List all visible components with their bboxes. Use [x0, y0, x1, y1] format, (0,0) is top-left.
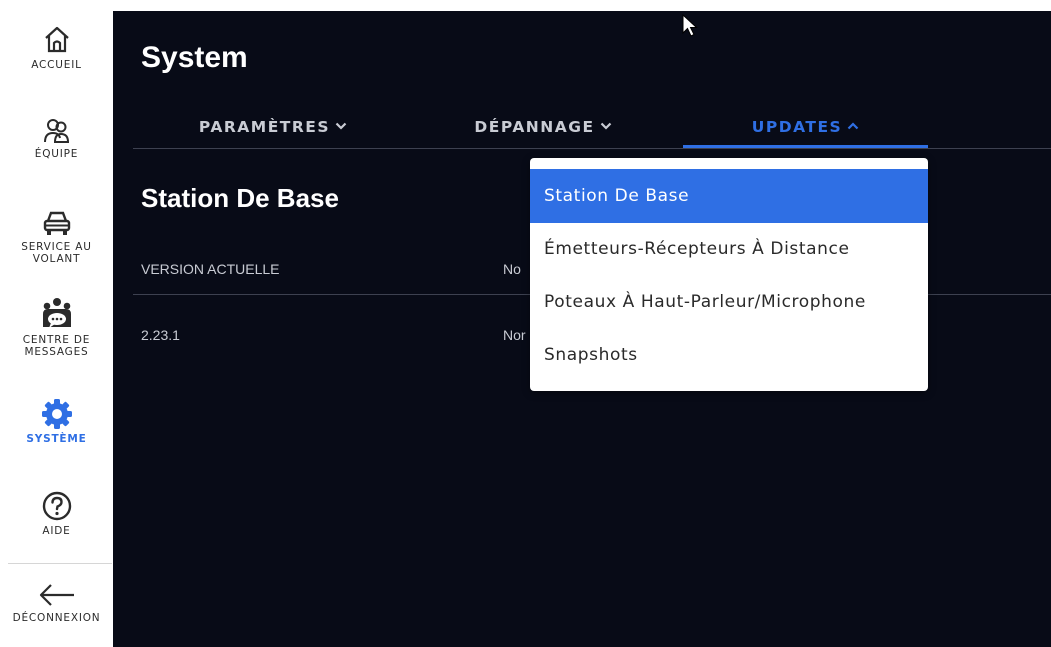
- sidebar-item-label: DÉCONNEXION: [12, 612, 101, 624]
- sidebar-item-label: SYSTÈME: [26, 433, 87, 445]
- chevron-down-icon: [600, 122, 611, 130]
- sidebar-divider: [8, 563, 112, 564]
- tab-parametres[interactable]: PARAMÈTRES: [183, 118, 363, 145]
- chevron-up-icon: [847, 122, 859, 130]
- sidebar-item-label: CENTRE DE: [22, 334, 91, 346]
- sidebar-item-accueil[interactable]: ACCUEIL: [0, 24, 113, 71]
- sidebar-item-label: VOLANT: [32, 253, 81, 265]
- page-title: System: [141, 41, 248, 74]
- mouse-cursor-icon: [682, 14, 698, 37]
- sidebar-item-equipe[interactable]: ÉQUIPE: [0, 117, 113, 160]
- message-center-icon: [42, 298, 71, 328]
- sidebar: ACCUEIL ÉQUIPE SERVICE AU VOLANT CENTRE …: [0, 0, 113, 647]
- updates-dropdown-menu: Station De Base Émetteurs-Récepteurs À D…: [530, 158, 928, 391]
- car-icon: [43, 211, 70, 235]
- sidebar-item-label: ÉQUIPE: [34, 148, 79, 160]
- tab-divider: [133, 148, 1051, 149]
- menu-item-snapshots[interactable]: Snapshots: [530, 328, 928, 382]
- tab-depannage[interactable]: DÉPANNAGE: [458, 118, 628, 145]
- menu-item-station-de-base[interactable]: Station De Base: [530, 169, 928, 223]
- sidebar-item-deconnexion[interactable]: DÉCONNEXION: [0, 581, 113, 624]
- tab-label: DÉPANNAGE: [474, 118, 595, 136]
- section-title: Station De Base: [141, 183, 339, 213]
- tab-label: UPDATES: [751, 118, 843, 136]
- home-icon: [44, 26, 69, 53]
- sidebar-item-label: SERVICE AU: [21, 241, 92, 253]
- arrow-left-icon: [39, 584, 74, 606]
- sidebar-item-systeme[interactable]: SYSTÈME: [0, 398, 113, 445]
- tab-updates[interactable]: UPDATES: [683, 118, 928, 148]
- team-icon: [43, 119, 69, 143]
- column-header-version: VERSION ACTUELLE: [141, 261, 280, 277]
- menu-item-poteaux-haut-parleur[interactable]: Poteaux À Haut-Parleur/Microphone: [530, 275, 928, 329]
- help-icon: [42, 491, 71, 521]
- table-cell-version: 2.23.1: [141, 327, 180, 343]
- sidebar-item-label: MESSAGES: [24, 346, 89, 358]
- chevron-down-icon: [335, 122, 347, 130]
- tab-label: PARAMÈTRES: [198, 118, 331, 136]
- column-header-second: No: [503, 261, 521, 277]
- sidebar-item-service-au-volant[interactable]: SERVICE AU VOLANT: [0, 208, 113, 265]
- sidebar-item-aide[interactable]: AIDE: [0, 490, 113, 537]
- menu-item-emetteurs-recepteurs[interactable]: Émetteurs-Récepteurs À Distance: [530, 222, 928, 276]
- gear-icon: [41, 399, 72, 429]
- sidebar-item-label: AIDE: [42, 525, 71, 537]
- table-cell-second: Nor: [503, 327, 526, 343]
- sidebar-item-label: ACCUEIL: [31, 59, 82, 71]
- sidebar-item-centre-de-messages[interactable]: CENTRE DE MESSAGES: [0, 297, 113, 358]
